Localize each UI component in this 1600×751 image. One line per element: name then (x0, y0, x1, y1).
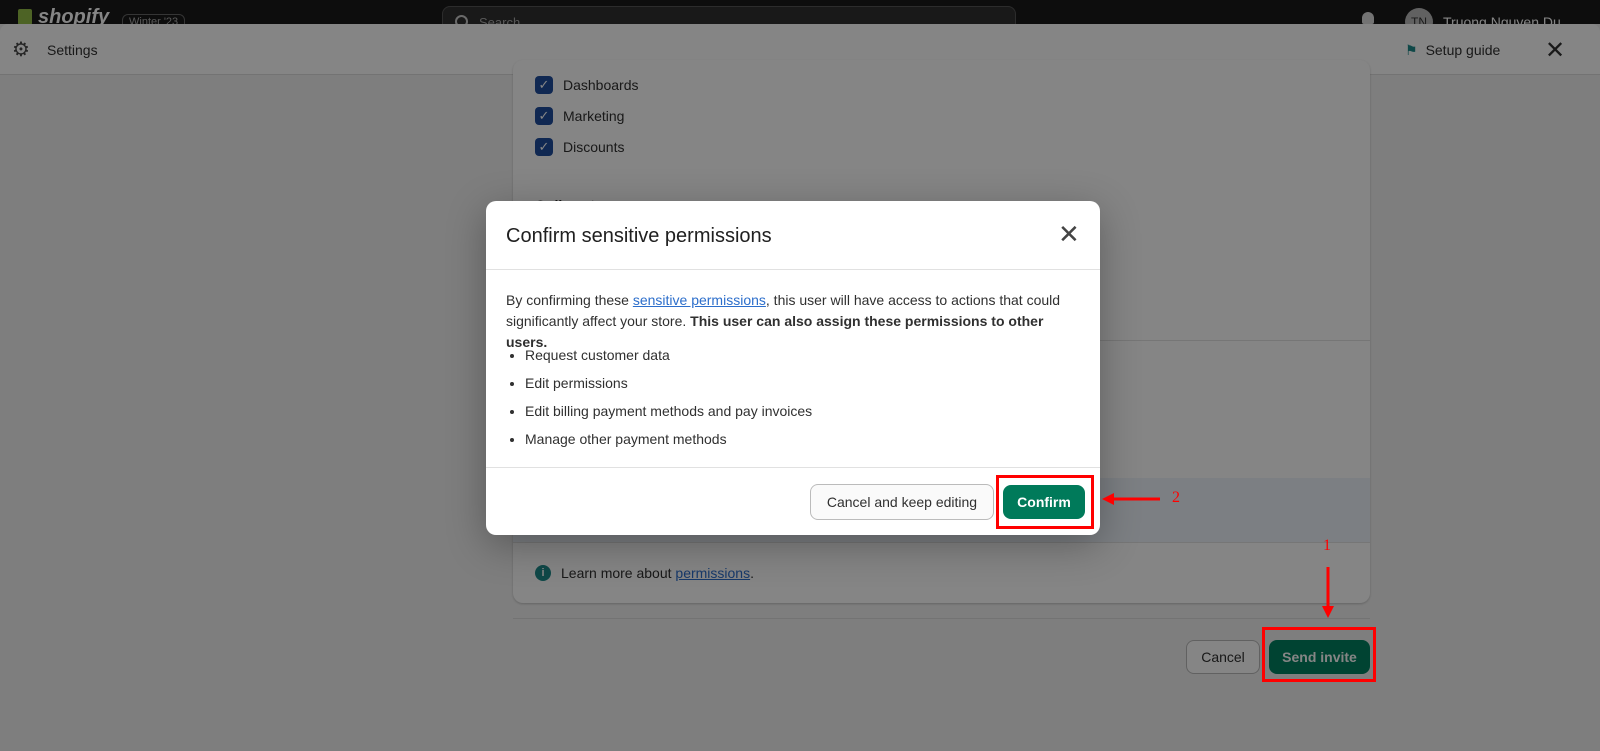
annotation-label-1: 1 (1323, 537, 1331, 554)
arrow-to-confirm (1102, 493, 1160, 505)
annotation-arrows (1102, 493, 1334, 618)
arrow-to-send-invite (1322, 567, 1334, 618)
annotation-label-2: 2 (1172, 489, 1180, 506)
